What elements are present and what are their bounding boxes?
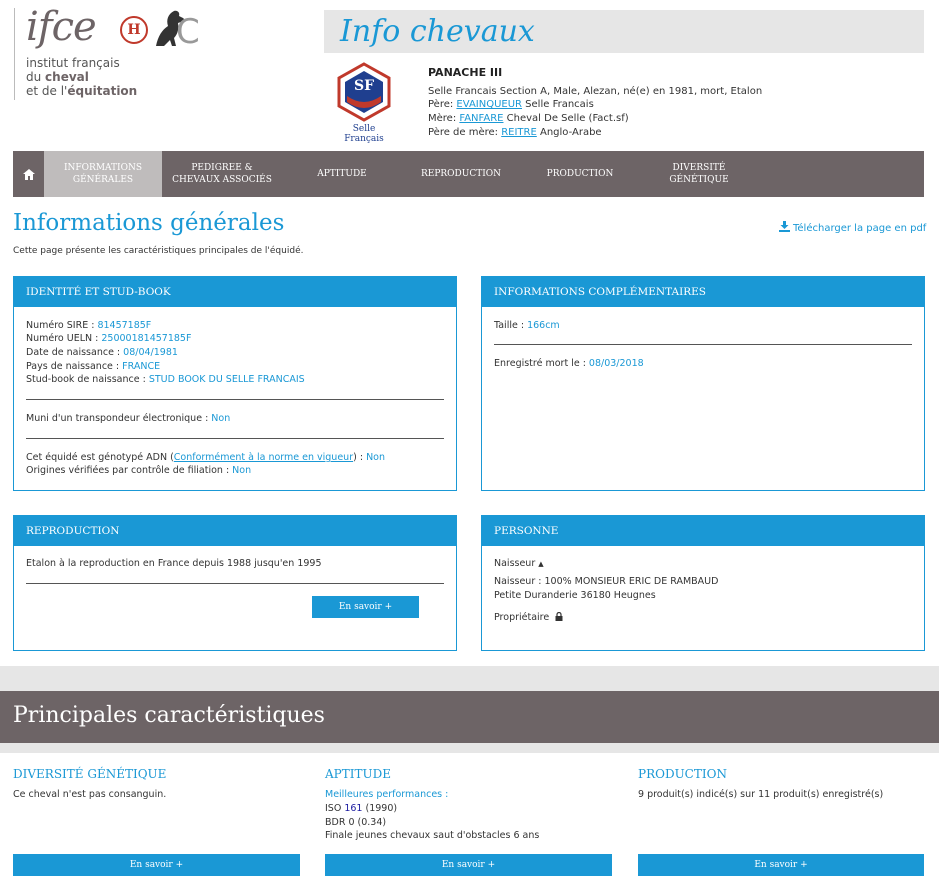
- reproduction-text: Etalon à la reproduction en France depui…: [26, 558, 322, 569]
- tab-aptitude[interactable]: Aptitude: [282, 151, 402, 197]
- breeder-address: Petite Duranderie 36180 Heugnes: [494, 590, 656, 601]
- birth-country: Pays de naissance : FRANCE: [26, 361, 161, 372]
- identity-panel: Identité et Stud-Book Numéro SIRE : 8145…: [13, 276, 457, 491]
- diversity-title: Diversité génétique: [13, 767, 167, 781]
- horse-name: PANACHE III: [428, 66, 503, 79]
- best-performances-label: Meilleures performances :: [325, 789, 449, 800]
- final-performance: Finale jeunes chevaux saut d'obstacles 6…: [325, 830, 540, 841]
- divider: [26, 438, 444, 439]
- chevron-up-icon: ▲: [538, 560, 544, 568]
- info-chevaux-banner: Info chevaux: [324, 10, 924, 53]
- dam-line: Mère: FANFARE Cheval De Selle (Fact.sf): [428, 113, 629, 124]
- person-panel-title: Personne: [482, 516, 924, 546]
- origins-info: Origines vérifiées par contrôle de filia…: [26, 465, 252, 476]
- page-subtitle: Cette page présente les caractéristiques…: [13, 246, 304, 256]
- horse-description: Selle Francais Section A, Male, Alezan, …: [428, 86, 763, 97]
- logo-text: ifce: [26, 4, 97, 50]
- lock-icon: [555, 611, 563, 621]
- home-icon[interactable]: [13, 151, 44, 197]
- seal-icon: H: [120, 16, 148, 44]
- birth-studbook: Stud-book de naissance : STUD BOOK DU SE…: [26, 374, 305, 385]
- iso-index: ISO 161 (1990): [325, 803, 398, 814]
- transponder-info: Muni d'un transpondeur électronique : No…: [26, 413, 231, 424]
- ifce-logo[interactable]: ifce H C institut français du cheval et …: [14, 4, 204, 104]
- reproduction-more-button[interactable]: En savoir +: [312, 596, 419, 618]
- breeder-name: Naisseur : 100% MONSIEUR ERIC DE RAMBAUD: [494, 576, 719, 587]
- page-title: Informations générales: [13, 210, 285, 236]
- divider: [26, 583, 444, 584]
- tab-reproduction[interactable]: Reproduction: [402, 151, 520, 197]
- logo-tagline: institut français du cheval et de l'équi…: [26, 56, 138, 98]
- damsire-line: Père de mère: REITRE Anglo-Arabe: [428, 127, 602, 138]
- sire-number: Numéro SIRE : 81457185F: [26, 320, 152, 331]
- production-text: 9 produit(s) indicé(s) sur 11 produit(s)…: [638, 789, 884, 800]
- owner-label[interactable]: Propriétaire: [494, 611, 563, 623]
- diversity-text: Ce cheval n'est pas consanguin.: [13, 789, 167, 800]
- download-icon: [779, 221, 790, 232]
- diversity-more-button[interactable]: En savoir +: [13, 854, 300, 876]
- sire-line: Père: EVAINQUEUR Selle Francais: [428, 99, 594, 110]
- dna-info: Cet équidé est génotypé ADN (Conformémen…: [26, 452, 386, 463]
- dam-link[interactable]: FANFARE: [459, 113, 503, 124]
- main-features-title: Principales caractéristiques: [13, 703, 325, 728]
- tab-informations-generales[interactable]: Informations générales: [44, 151, 162, 197]
- reproduction-panel: Reproduction Etalon à la reproduction en…: [13, 515, 457, 651]
- breeder-toggle[interactable]: Naisseur ▲: [494, 558, 544, 569]
- tab-diversite-genetique[interactable]: Diversité génétique: [640, 151, 758, 197]
- divider: [26, 399, 444, 400]
- divider: [494, 344, 912, 345]
- identity-panel-title: Identité et Stud-Book: [14, 277, 456, 307]
- reproduction-panel-title: Reproduction: [14, 516, 456, 546]
- birth-date: Date de naissance : 08/04/1981: [26, 347, 178, 358]
- production-more-button[interactable]: En savoir +: [638, 854, 924, 876]
- aptitude-more-button[interactable]: En savoir +: [325, 854, 612, 876]
- aptitude-title: Aptitude: [325, 767, 391, 781]
- person-panel: Personne Naisseur ▲ Naisseur : 100% MONS…: [481, 515, 925, 651]
- main-features-bar: Principales caractéristiques: [0, 691, 939, 743]
- download-pdf-link[interactable]: Télécharger la page en pdf: [779, 221, 926, 234]
- complementary-panel-title: Informations complémentaires: [482, 277, 924, 307]
- ueln-number: Numéro UELN : 25000181457185F: [26, 333, 192, 344]
- height-info: Taille : 166cm: [494, 320, 560, 331]
- main-nav: Informations générales Pedigree & chevaux …: [13, 151, 924, 197]
- studbook-logo: SF Selle Français: [333, 62, 395, 144]
- horse-logo-icon: C: [152, 8, 200, 52]
- production-title: Production: [638, 767, 727, 781]
- damsire-link[interactable]: REITRE: [501, 127, 537, 138]
- tab-production[interactable]: Production: [520, 151, 640, 197]
- logo-divider: [14, 8, 15, 100]
- death-info: Enregistré mort le : 08/03/2018: [494, 358, 644, 369]
- complementary-panel: Informations complémentaires Taille : 16…: [481, 276, 925, 491]
- sire-link[interactable]: EVAINQUEUR: [456, 99, 522, 110]
- tab-pedigree[interactable]: Pedigree & chevaux associés: [162, 151, 282, 197]
- dna-norm-link[interactable]: Conformément à la norme en vigueur: [174, 452, 353, 463]
- bdr-index: BDR 0 (0.34): [325, 817, 387, 828]
